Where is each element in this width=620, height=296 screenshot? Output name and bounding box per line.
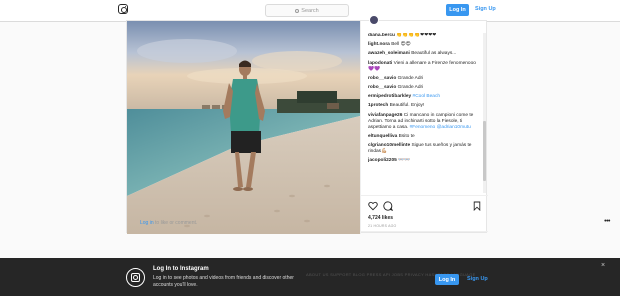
post-photo: [127, 21, 360, 234]
comment-username[interactable]: lapodonati: [368, 61, 392, 66]
login-prompt-text: to like or comment.: [153, 220, 198, 226]
post-actions: [368, 201, 481, 211]
post-timestamp: 21 HOURS AGO: [368, 224, 397, 228]
comment-list[interactable]: diana.bercu 👏👏👏👏❤❤❤❤ light.nora Bell 😍😍 …: [368, 33, 481, 193]
top-nav: Search Log In Sign Up: [0, 0, 620, 22]
post-sidebar: diana.bercu 👏👏👏👏❤❤❤❤ light.nora Bell 😍😍 …: [360, 15, 488, 234]
comment-item: robo__savio Grande Adri: [368, 85, 481, 91]
mention-link[interactable]: @adrian10mutu: [437, 125, 471, 130]
bookmark-icon[interactable]: [473, 201, 481, 211]
signup-link[interactable]: Sign Up: [475, 6, 496, 12]
comment-text: Grande Adri: [397, 84, 424, 90]
comment-username[interactable]: awazeh_soleimani: [368, 51, 410, 56]
comment-text: Beautiful as always...: [411, 51, 457, 57]
login-prompt: Log in to like or comment.: [133, 220, 260, 230]
comment-text: 👓👓: [398, 158, 411, 164]
comment-icon[interactable]: [383, 201, 393, 211]
comments-scrollbar[interactable]: [483, 33, 486, 193]
comment-username[interactable]: 1protech: [368, 103, 388, 108]
comment-text: Bell 😍😍: [391, 42, 411, 48]
beach-photo-image: [127, 21, 360, 234]
comment-text: Beautiful. Enjoy!: [389, 103, 425, 109]
close-icon[interactable]: ×: [601, 262, 605, 269]
avatar[interactable]: [369, 15, 379, 25]
search-icon: [295, 8, 300, 13]
comment-item: diana.bercu 👏👏👏👏❤❤❤❤: [368, 33, 481, 39]
comment-username[interactable]: light.nora: [368, 42, 390, 47]
more-options-icon[interactable]: •••: [604, 218, 610, 225]
likes-count[interactable]: 4,724 likes: [368, 215, 393, 221]
instagram-logo-icon[interactable]: [118, 4, 128, 14]
instagram-logo-icon: [126, 268, 145, 287]
search-input[interactable]: Search: [265, 4, 349, 17]
comment-item: ermipedrotibarkley #Cool Beach: [368, 94, 481, 100]
heart-icon[interactable]: [368, 201, 378, 211]
comment-username[interactable]: robo__savio: [368, 76, 396, 81]
hashtag-link[interactable]: #Cool Beach: [413, 94, 440, 99]
login-button[interactable]: Log In: [446, 4, 469, 16]
comment-username[interactable]: robo__savio: [368, 85, 396, 90]
comment-item: jacopoli2205 👓👓: [368, 158, 481, 164]
banner-login-button[interactable]: Log In: [435, 274, 459, 285]
hashtag-link[interactable]: #Fenomeno: [410, 125, 436, 130]
comment-item: viviafanpage26 Ci mancano in campioni co…: [368, 113, 481, 131]
comment-username[interactable]: clgriano10mellinte: [368, 143, 410, 148]
comment-text: Grande Adri: [397, 75, 424, 81]
search-placeholder: Search: [301, 7, 319, 14]
comment-username[interactable]: viviafanpage26: [368, 113, 402, 118]
comment-username[interactable]: ermipedrotibarkley: [368, 94, 411, 99]
comment-text: 👏👏👏👏❤❤❤❤: [396, 33, 437, 38]
comment-item: clgriano10mellinte Sigue tus sueños y ja…: [368, 143, 481, 155]
comment-username[interactable]: eltunquelliva: [368, 134, 397, 139]
comment-item: robo__savio Grande Adri: [368, 76, 481, 82]
divider: [361, 195, 488, 196]
comment-username[interactable]: jacopoli2205: [368, 158, 397, 163]
comment-item: light.nora Bell 😍😍: [368, 42, 481, 48]
comment-item: eltunquelliva Bsito te: [368, 134, 481, 140]
banner-title: Log In to Instagram: [153, 266, 209, 272]
post-card: diana.bercu 👏👏👏👏❤❤❤❤ light.nora Bell 😍😍 …: [126, 15, 488, 234]
divider: [361, 231, 488, 232]
banner-signup-link[interactable]: Sign Up: [467, 276, 488, 282]
login-link[interactable]: Log in: [140, 220, 154, 226]
login-banner: [0, 258, 620, 296]
comment-item: lapodonati Vieni a allenare a Firenze fe…: [368, 61, 481, 73]
comment-text: Bsito te: [398, 133, 415, 139]
banner-text: Log in to see photos and videos from fri…: [153, 275, 294, 288]
comment-item: 1protech Beautiful. Enjoy!: [368, 103, 481, 109]
comment-item: awazeh_soleimani Beautiful as always...: [368, 51, 481, 57]
scrollbar-thumb[interactable]: [483, 121, 486, 181]
comment-username[interactable]: diana.bercu: [368, 33, 395, 38]
